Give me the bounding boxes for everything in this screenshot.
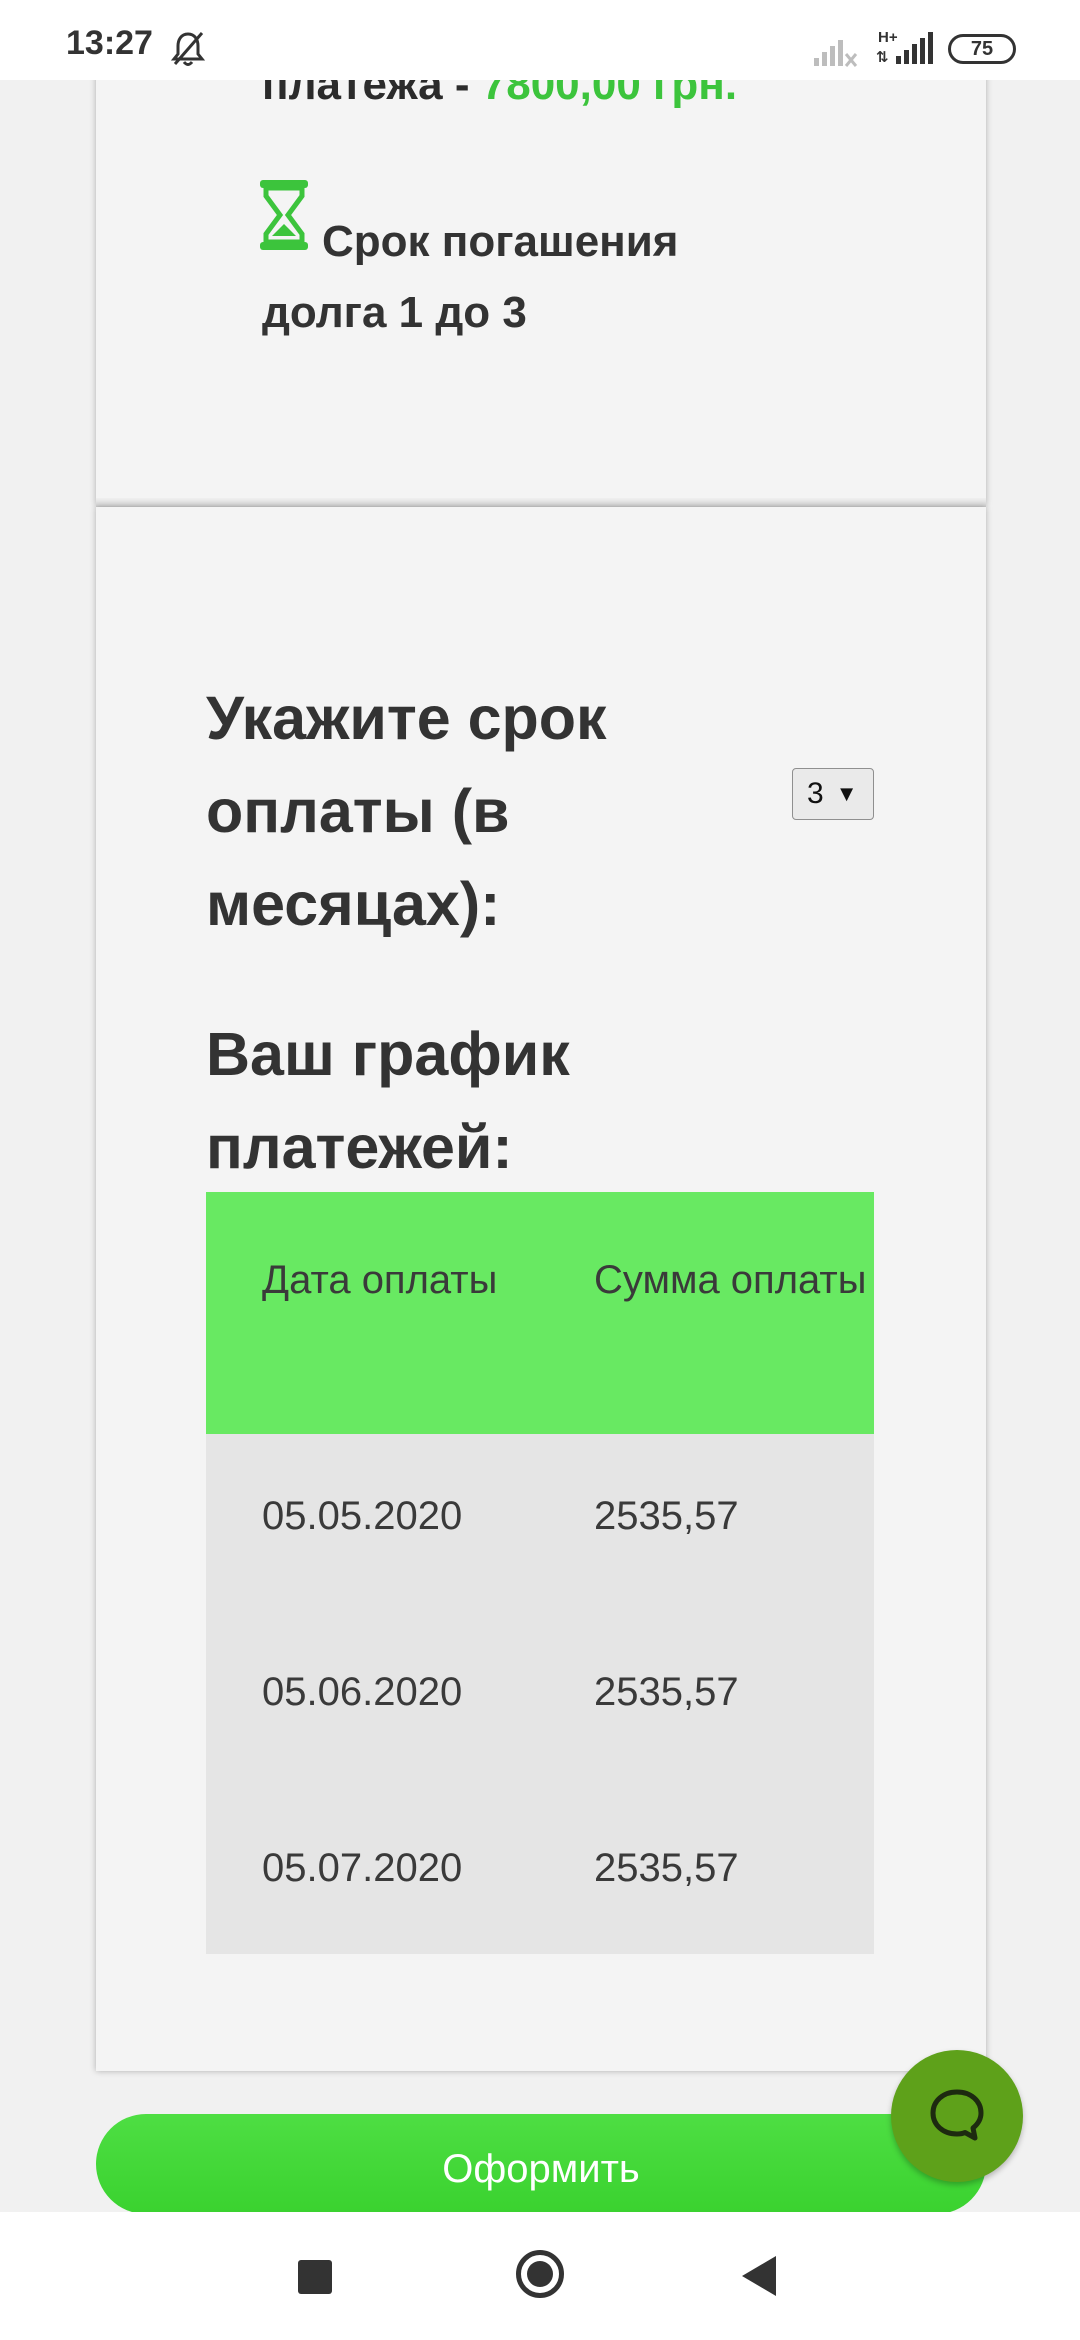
signal-sim2-icon [896,32,933,64]
recent-apps-button[interactable] [298,2260,332,2294]
home-button[interactable] [516,2250,564,2298]
signal-sim1-icon [814,40,858,67]
table-cell-amount: 2535,57 [594,1494,739,1538]
months-select-value: 3 [807,777,824,810]
table-cell-amount: 2535,57 [594,1846,739,1890]
table-header: Дата оплаты Сумма оплаты [206,1192,874,1434]
chat-button[interactable] [891,2050,1023,2182]
notifications-off-icon [170,32,206,66]
data-activity-icon: ⇅ [876,49,889,66]
column-header-date: Дата оплаты [262,1258,498,1302]
table-cell-date: 05.06.2020 [262,1670,463,1714]
back-button[interactable] [742,2256,776,2296]
status-time: 13:27 [66,24,153,62]
table-body: 05.05.2020 2535,57 05.06.2020 2535,57 05… [206,1434,874,1954]
battery-indicator: 75 [948,34,1016,64]
dropdown-arrow-icon: ▼ [835,781,858,806]
submit-button[interactable]: Оформить [96,2114,986,2214]
schedule-title: Ваш график платежей: [206,1020,570,1181]
payment-schedule-table: Дата оплаты Сумма оплаты 05.05.2020 2535… [206,1192,874,1954]
table-cell-date: 05.05.2020 [262,1494,463,1538]
table-cell-date: 05.07.2020 [262,1846,463,1890]
months-select[interactable]: 3 ▼ [792,768,874,820]
chat-bubble-icon [930,2089,984,2141]
table-cell-amount: 2535,57 [594,1670,739,1714]
column-header-amount: Сумма оплаты [594,1258,867,1302]
term-text: Срок погашения долга 1 до 3 [262,217,679,337]
term-select-label: Укажите срок оплаты (в месяцах): [206,684,607,938]
